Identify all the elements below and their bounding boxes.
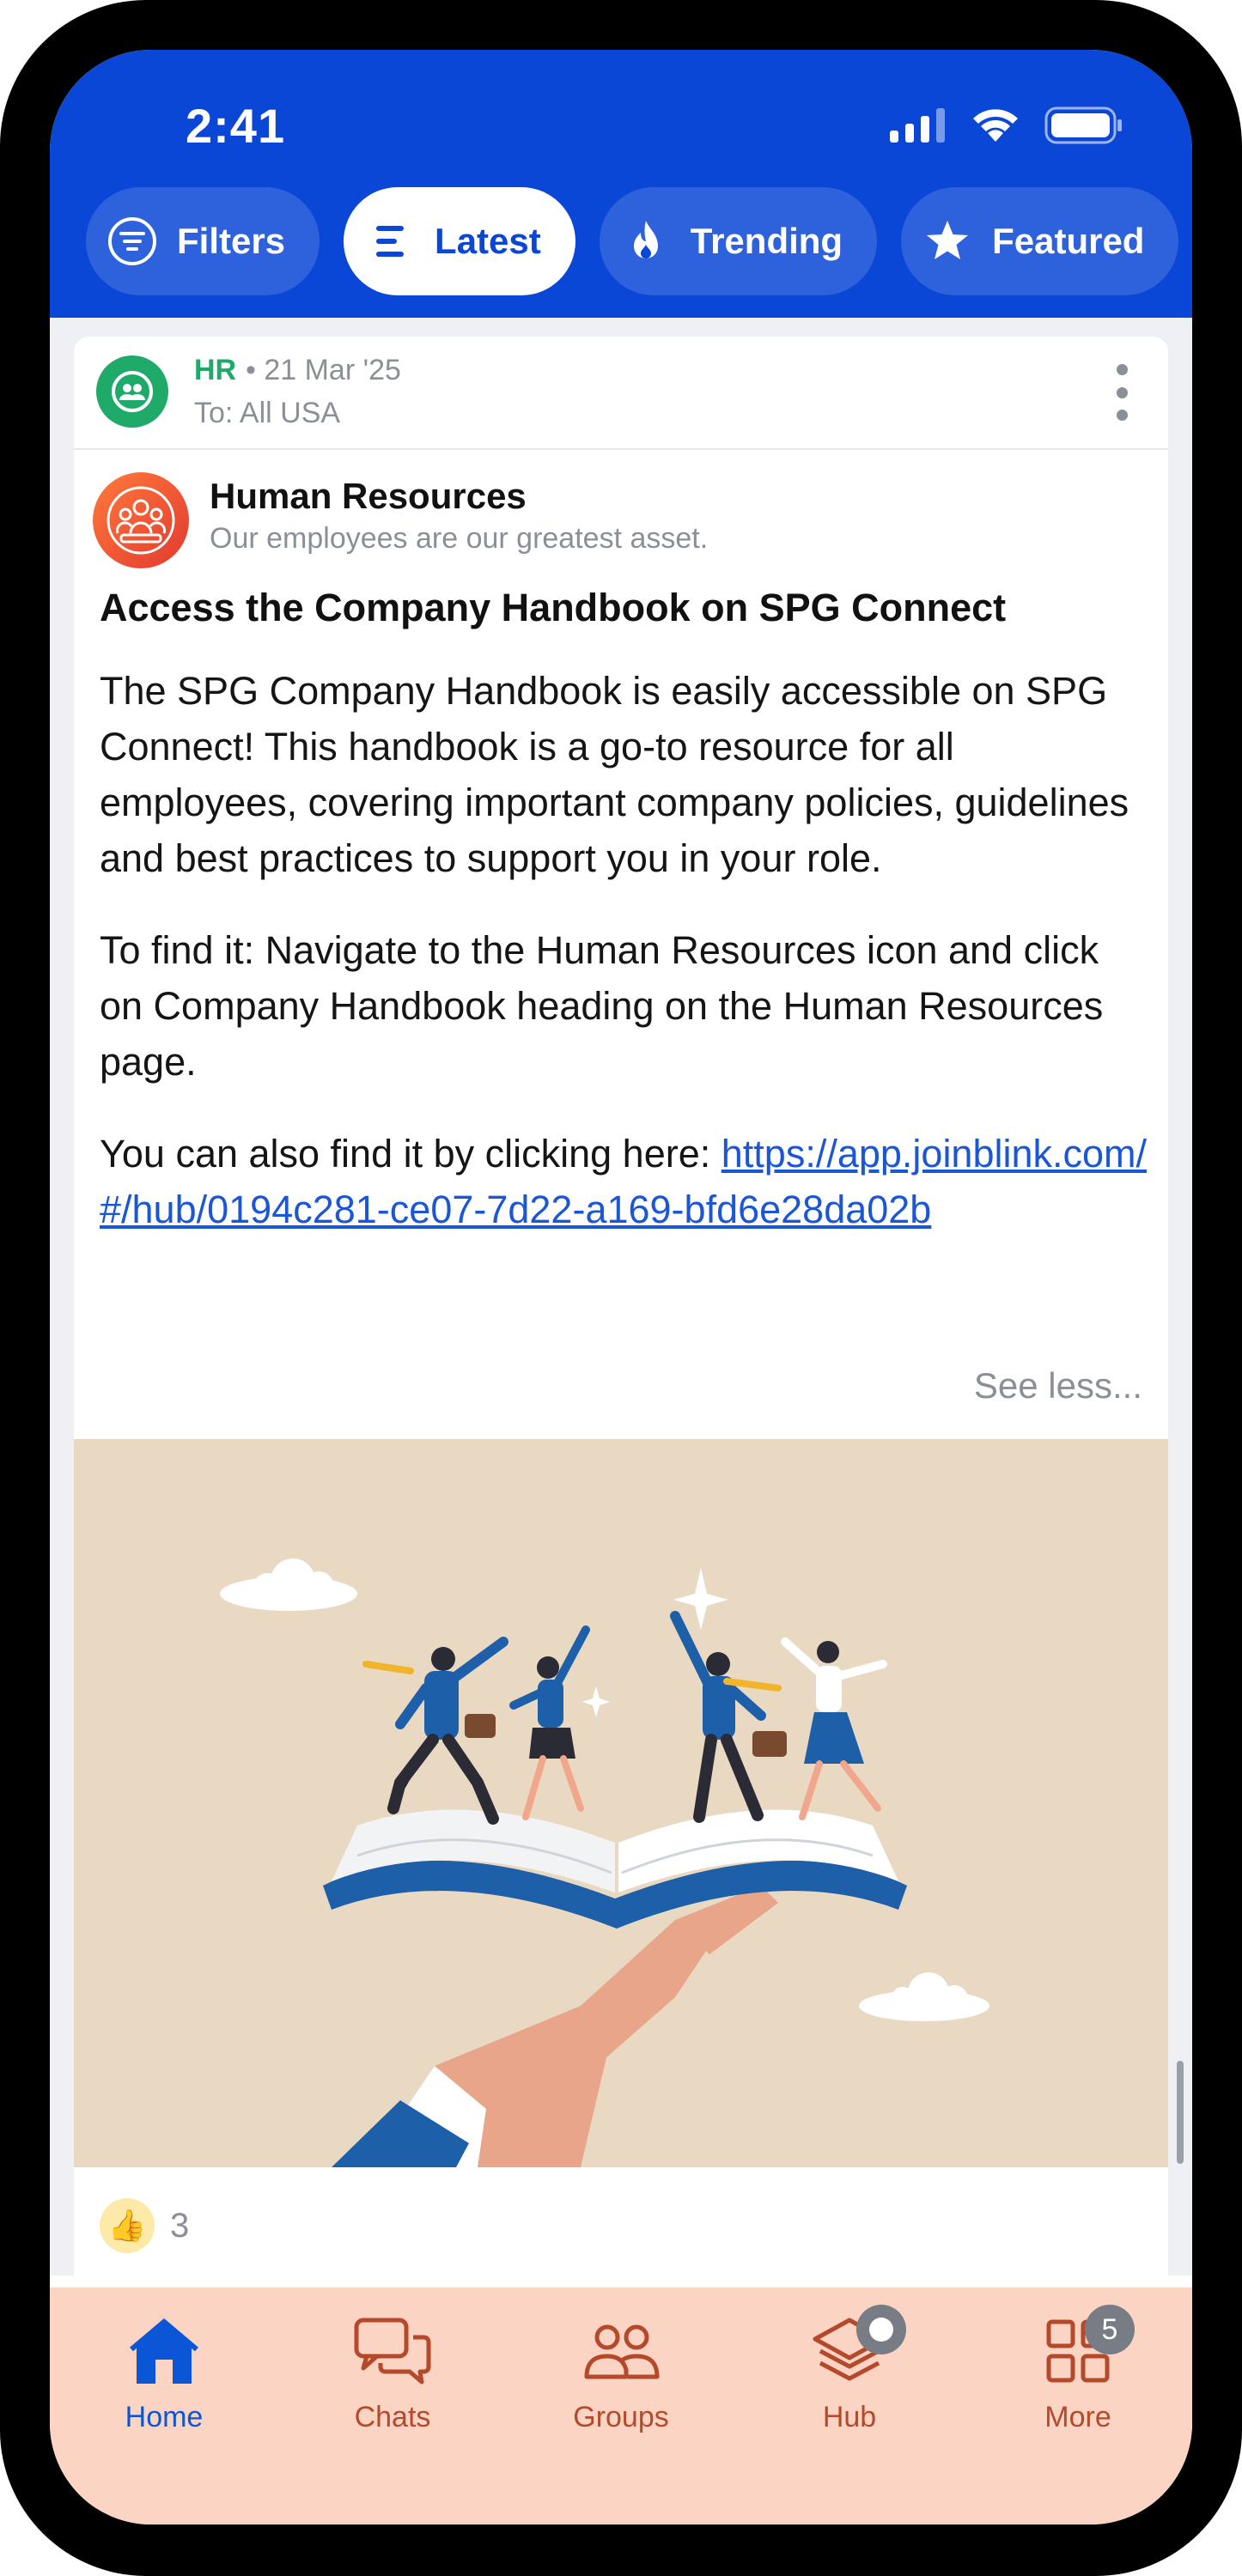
groups-icon	[580, 2313, 662, 2389]
filter-chips: Filters Latest Trending Featured	[86, 187, 1192, 295]
chat-icon	[351, 2313, 434, 2389]
scrollbar-thumb[interactable]	[1177, 2061, 1184, 2164]
nav-more[interactable]: 5 More	[964, 2287, 1192, 2524]
post-paragraph: The SPG Company Handbook is easily acces…	[100, 669, 1129, 880]
status-time: 2:41	[186, 99, 286, 153]
post-header: HR • 21 Mar '25 To: All USA	[74, 337, 1168, 450]
more-options-icon[interactable]	[1113, 364, 1130, 421]
author-name[interactable]: Human Resources	[210, 476, 527, 517]
nav-hub-label: Hub	[822, 2401, 877, 2433]
nav-home[interactable]: Home	[50, 2287, 278, 2524]
latest-chip[interactable]: Latest	[344, 187, 575, 295]
phone-frame: 2:41 Filters Latest Trending Featured HR…	[0, 0, 1242, 2576]
trending-chip-label: Trending	[690, 221, 843, 261]
featured-chip[interactable]: Featured	[901, 187, 1179, 295]
flame-icon	[620, 216, 672, 267]
hub-notification-badge	[856, 2305, 906, 2354]
filters-chip-label: Filters	[177, 221, 286, 261]
wifi-icon	[973, 109, 1018, 142]
post-body: The SPG Company Handbook is easily acces…	[100, 663, 1148, 1273]
phone-screen: 2:41 Filters Latest Trending Featured HR…	[50, 50, 1192, 2524]
nav-more-label: More	[1044, 2401, 1111, 2433]
trending-chip[interactable]: Trending	[599, 187, 878, 295]
post-paragraph: To find it: Navigate to the Human Resour…	[100, 928, 1104, 1084]
featured-chip-label: Featured	[992, 221, 1145, 261]
post-card: HR • 21 Mar '25 To: All USA Human Resour…	[74, 337, 1168, 2275]
reaction-count: 3	[170, 2206, 190, 2245]
thumbs-up-icon: 👍	[100, 2198, 155, 2253]
post-audience: To: All USA	[194, 397, 341, 429]
post-date: • 21 Mar '25	[246, 354, 401, 386]
nav-hub[interactable]: Hub	[735, 2287, 964, 2524]
home-icon	[123, 2313, 205, 2389]
latest-chip-label: Latest	[435, 221, 541, 261]
author-tagline: Our employees are our greatest asset.	[210, 522, 709, 555]
handbook-illustration	[220, 1558, 989, 2167]
grid-icon: 5	[1037, 2305, 1135, 2389]
group-avatar[interactable]	[96, 355, 168, 428]
group-icon	[112, 371, 153, 412]
layers-icon	[808, 2305, 906, 2389]
post-paragraph: You can also find it by clicking here: h…	[100, 1126, 1148, 1237]
app-header: 2:41 Filters Latest Trending Featured	[50, 50, 1192, 318]
filter-icon	[107, 216, 158, 267]
nav-chats[interactable]: Chats	[278, 2287, 507, 2524]
filters-chip[interactable]: Filters	[86, 187, 320, 295]
list-icon	[364, 216, 416, 267]
nav-groups[interactable]: Groups	[507, 2287, 735, 2524]
nav-groups-label: Groups	[573, 2401, 669, 2433]
see-less-link[interactable]: See less...	[974, 1365, 1142, 1406]
post-title: Access the Company Handbook on SPG Conne…	[100, 586, 1007, 629]
post-image[interactable]	[74, 1439, 1168, 2167]
feed: HR • 21 Mar '25 To: All USA Human Resour…	[50, 318, 1192, 2275]
more-notification-badge: 5	[1085, 2305, 1135, 2354]
signal-icon	[890, 108, 945, 143]
nav-home-label: Home	[125, 2401, 204, 2433]
battery-icon	[1044, 106, 1122, 144]
author-avatar[interactable]	[93, 472, 189, 568]
star-icon	[922, 216, 973, 267]
status-icons	[890, 106, 1123, 144]
bottom-nav: Home Chats Groups Hub 5 More	[50, 2287, 1192, 2524]
reactions[interactable]: 👍 3	[100, 2198, 189, 2253]
post-paragraph-text: You can also find it by clicking here:	[100, 1132, 721, 1176]
people-icon	[107, 486, 175, 555]
nav-chats-label: Chats	[354, 2401, 431, 2433]
group-name[interactable]: HR	[194, 354, 236, 387]
